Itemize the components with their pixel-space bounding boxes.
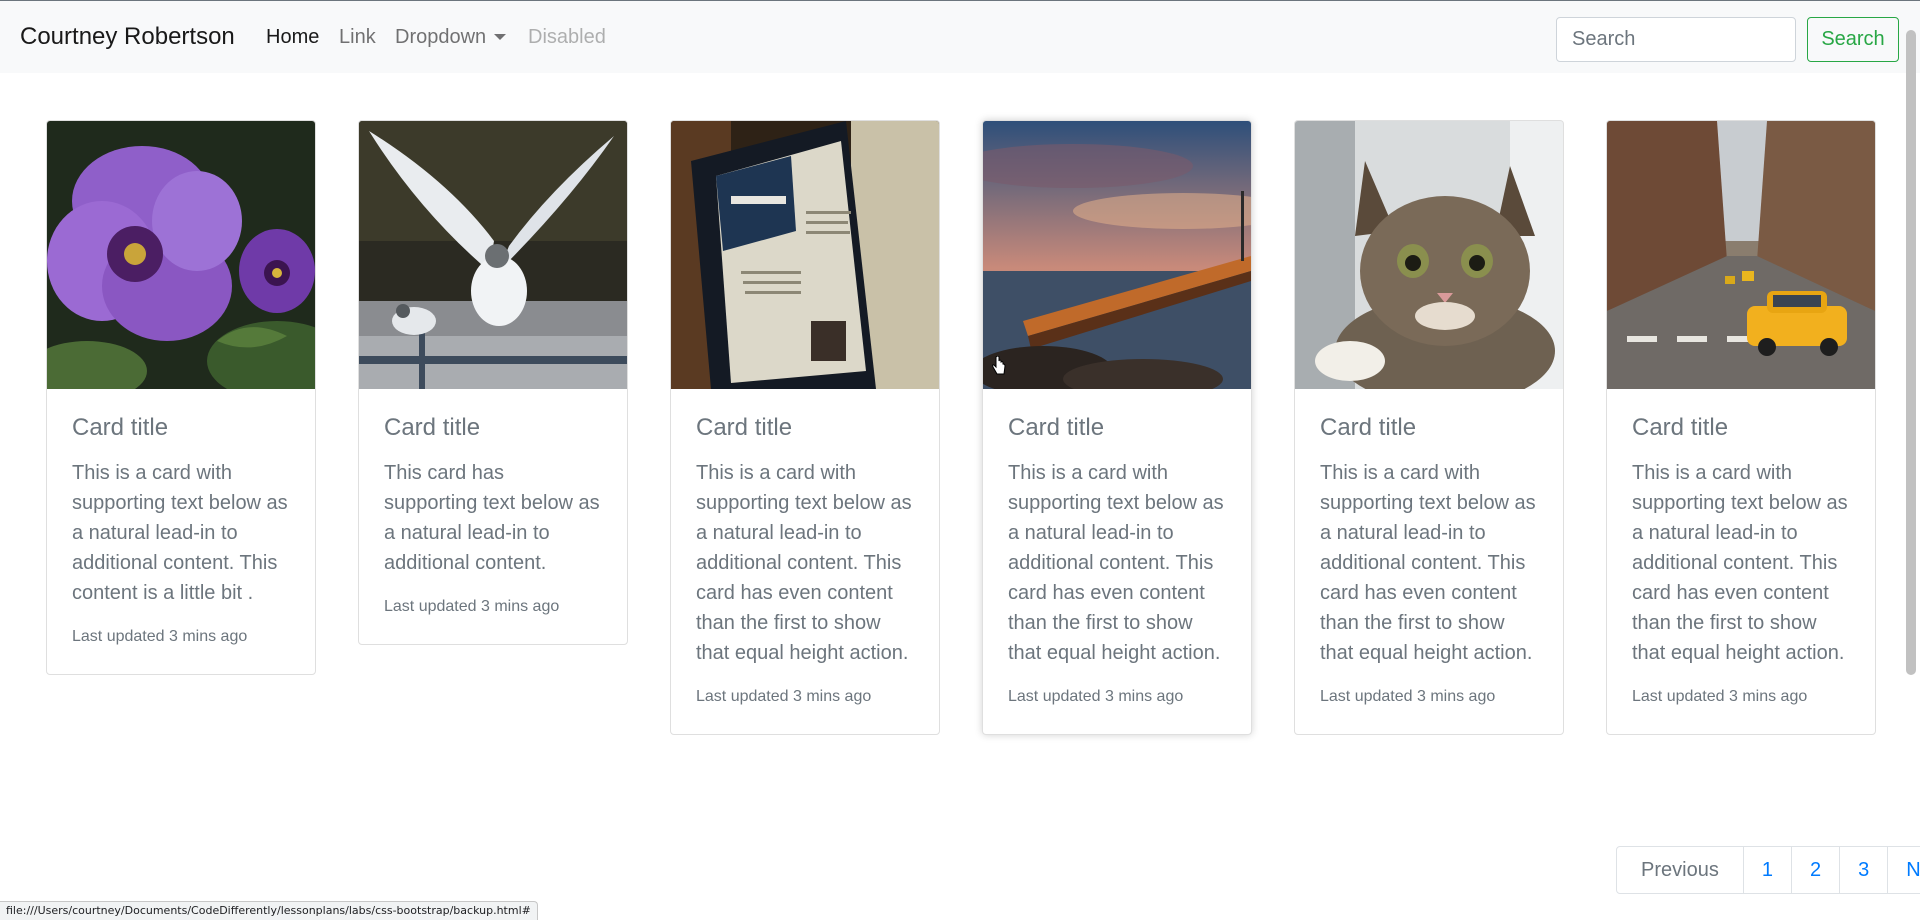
card-body: Card title This is a card with supportin…	[1295, 389, 1563, 706]
card: Card title This is a card with supportin…	[46, 120, 316, 675]
pagination-previous[interactable]: Previous	[1617, 847, 1743, 893]
card-updated-text: Last updated 3 mins ago	[696, 687, 872, 705]
pagination-next[interactable]: Next	[1887, 847, 1920, 893]
card-body: Card title This is a card with supportin…	[1607, 389, 1875, 706]
card-updated-text: Last updated 3 mins ago	[72, 627, 248, 645]
card-title: Card title	[72, 414, 169, 441]
nav-link-disabled: Disabled	[528, 26, 606, 48]
card-body: Card title This is a card with supportin…	[47, 389, 315, 646]
card: Card title This card has supporting text…	[358, 120, 628, 645]
card-title: Card title	[1320, 414, 1417, 441]
pier-icon	[983, 121, 1251, 389]
purple-flower-image	[47, 121, 315, 389]
card-text: This is a card with supporting text belo…	[1632, 461, 1848, 664]
card-body: Card title This card has supporting text…	[359, 389, 627, 616]
card-text: This card has supporting text below as a…	[384, 461, 600, 574]
hand-cursor-icon	[992, 356, 1006, 375]
card-title: Card title	[696, 414, 793, 441]
tablet-welcome-image	[671, 121, 939, 389]
card: Card title This is a card with supportin…	[670, 120, 940, 735]
card: Card title This is a card with supportin…	[1294, 120, 1564, 735]
card-title: Card title	[384, 414, 481, 441]
tablet-icon	[671, 121, 939, 389]
nav-link-home[interactable]: Home	[266, 26, 319, 49]
card-text: This is a card with supporting text belo…	[72, 461, 288, 604]
pagination-page-2[interactable]: 2	[1790, 847, 1839, 893]
seagull-icon	[359, 121, 627, 389]
card-updated-text: Last updated 3 mins ago	[1632, 687, 1808, 705]
purple-flower-icon	[47, 121, 315, 389]
card-text: This is a card with supporting text belo…	[696, 461, 912, 664]
card-body: Card title This is a card with supportin…	[983, 389, 1251, 706]
card-text: This is a card with supporting text belo…	[1320, 461, 1536, 664]
navbar-brand[interactable]: Courtney Robertson	[20, 23, 235, 51]
pagination-page-3[interactable]: 3	[1839, 847, 1887, 893]
card-body: Card title This is a card with supportin…	[671, 389, 939, 706]
navbar: Courtney Robertson Home Link Dropdown Di…	[0, 1, 1920, 73]
pagination: Previous 1 2 3 Next	[1616, 846, 1920, 894]
status-bar-url: file:///Users/courtney/Documents/CodeDif…	[0, 901, 538, 920]
pier-sunset-image	[983, 121, 1251, 389]
seagull-image	[359, 121, 627, 389]
kitten-icon	[1295, 121, 1563, 389]
search-input[interactable]	[1556, 17, 1796, 62]
caret-down-icon	[494, 34, 507, 40]
card-updated-text: Last updated 3 mins ago	[1008, 687, 1184, 705]
city-taxi-icon	[1607, 121, 1875, 389]
kitten-image	[1295, 121, 1563, 389]
card-title: Card title	[1008, 414, 1105, 441]
card-updated-text: Last updated 3 mins ago	[384, 597, 560, 615]
card: Card title This is a card with supportin…	[982, 120, 1252, 735]
scrollbar-thumb[interactable]	[1906, 30, 1916, 675]
card-text: This is a card with supporting text belo…	[1008, 461, 1224, 664]
pagination-page-1[interactable]: 1	[1742, 847, 1791, 893]
city-taxi-image	[1607, 121, 1875, 389]
nav-dropdown-label: Dropdown	[395, 26, 487, 48]
card-title: Card title	[1632, 414, 1729, 441]
card: Card title This is a card with supportin…	[1606, 120, 1876, 735]
card-updated-text: Last updated 3 mins ago	[1320, 687, 1496, 705]
search-button[interactable]: Search	[1807, 17, 1899, 62]
nav-dropdown-toggle[interactable]: Dropdown	[395, 26, 507, 49]
nav-link-link[interactable]: Link	[339, 26, 376, 49]
